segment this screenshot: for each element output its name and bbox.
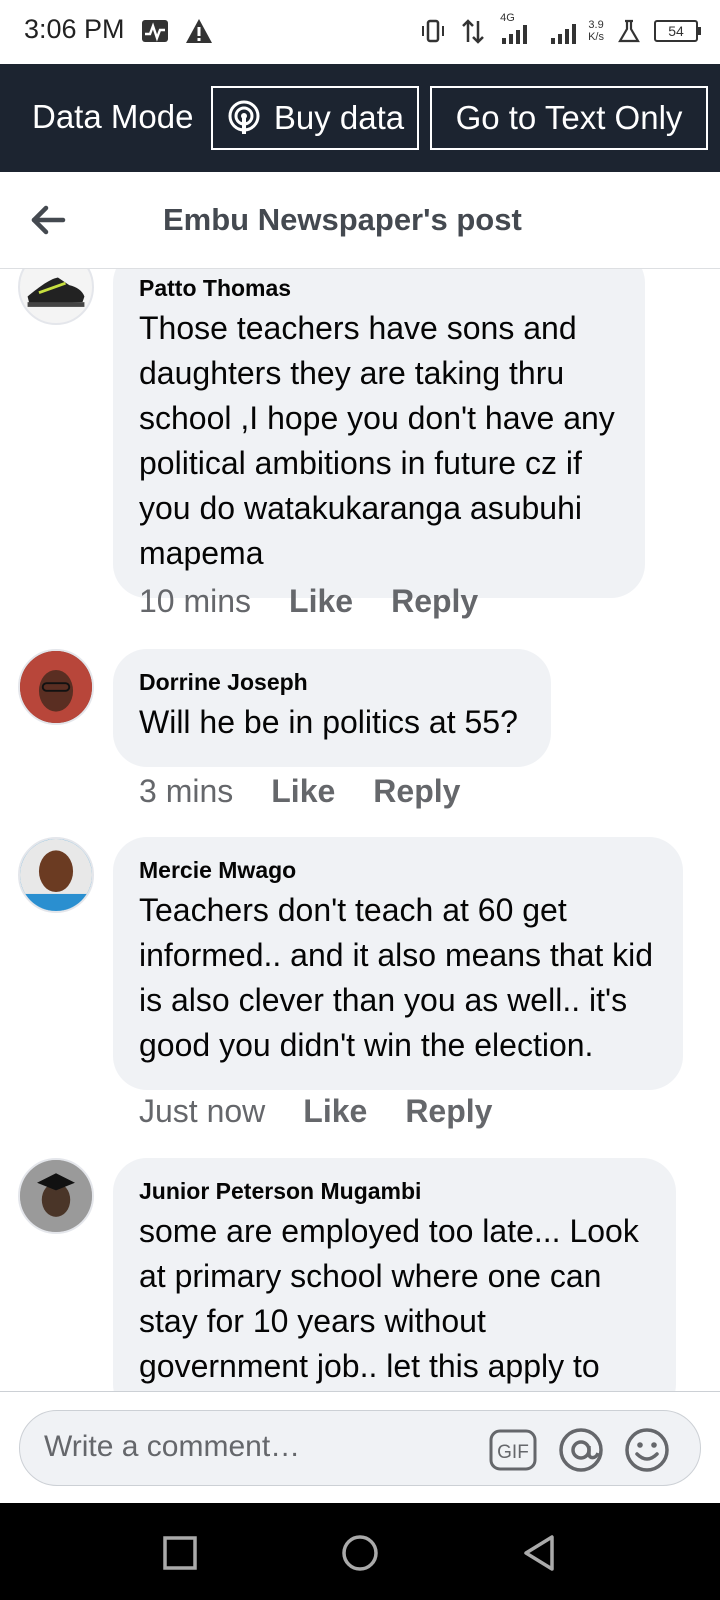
comment-text: some are employed too late... Look at pr… — [139, 1213, 639, 1384]
comment-time: Just now — [139, 1093, 266, 1129]
like-button[interactable]: Like — [303, 1093, 367, 1130]
status-left-icons — [140, 16, 214, 46]
comment-actions: 3 mins Like Reply — [139, 773, 460, 810]
reply-button[interactable]: Reply — [405, 1093, 492, 1130]
activity-icon — [142, 20, 168, 42]
warning-icon — [186, 19, 212, 43]
profile-photo-icon — [20, 839, 92, 911]
comments-list: Patto Thomas Those teachers have sons an… — [0, 269, 720, 1391]
reply-button[interactable]: Reply — [391, 583, 478, 620]
status-time: 3:06 PM — [24, 14, 125, 44]
battery-icon: 54 — [654, 20, 701, 42]
back-arrow-icon[interactable] — [28, 200, 68, 240]
avatar[interactable] — [18, 1158, 94, 1234]
comment-text: Teachers don't teach at 60 get informed.… — [139, 892, 654, 1063]
like-button[interactable]: Like — [271, 773, 335, 810]
comment-input[interactable] — [42, 1429, 466, 1465]
network-speed: 3.9 K/s — [588, 19, 604, 43]
comment-bubble: Dorrine Joseph Will he be in politics at… — [113, 649, 551, 767]
status-bar: 3:06 PM 4G 3.9 K/s 54 — [0, 0, 720, 64]
recents-icon[interactable] — [160, 1533, 200, 1573]
comment-time: 10 mins — [139, 583, 252, 619]
text-only-button[interactable]: Go to Text Only — [430, 86, 708, 150]
vibrate-icon — [422, 19, 445, 43]
broadcast-icon — [228, 100, 260, 134]
reply-button[interactable]: Reply — [373, 773, 460, 810]
data-mode-label: Data Mode — [32, 98, 194, 135]
comment-author[interactable]: Dorrine Joseph — [139, 669, 525, 696]
home-icon[interactable] — [340, 1533, 380, 1573]
buy-data-label: Buy data — [273, 99, 405, 136]
back-icon[interactable] — [520, 1533, 560, 1573]
comment-author[interactable]: Patto Thomas — [139, 275, 619, 302]
comment-actions: Just now Like Reply — [139, 1093, 492, 1130]
avatar[interactable] — [18, 269, 94, 325]
comment-bubble: Junior Peterson Mugambi some are employe… — [113, 1158, 676, 1391]
speed-unit: K/s — [588, 31, 604, 43]
composer-bar: GIF — [0, 1391, 720, 1504]
page-title: Embu Newspaper's post — [163, 202, 522, 237]
comment-actions: 10 mins Like Reply — [139, 583, 478, 620]
post-header: Embu Newspaper's post — [0, 172, 720, 269]
flask-icon — [618, 19, 640, 43]
status-right-icons: 4G 3.9 K/s 54 — [418, 12, 701, 46]
signal-icon — [551, 24, 577, 44]
comment-text: Will he be in politics at 55? — [139, 704, 518, 740]
profile-photo-icon — [20, 651, 92, 723]
comment-text: Those teachers have sons and daughters t… — [139, 310, 615, 571]
sneaker-icon — [27, 277, 85, 307]
graduate-photo-icon — [20, 1160, 92, 1232]
comment-bubble: Mercie Mwago Teachers don't teach at 60 … — [113, 837, 683, 1090]
avatar[interactable] — [18, 837, 94, 913]
system-nav-bar — [0, 1503, 720, 1600]
comment-time: 3 mins — [139, 773, 234, 809]
data-mode-bar: Data Mode Buy data Go to Text Only — [0, 64, 720, 172]
svg-text:GIF: GIF — [497, 1442, 529, 1463]
comment-author[interactable]: Junior Peterson Mugambi — [139, 1178, 650, 1205]
data-transfer-icon — [462, 19, 484, 44]
at-icon[interactable] — [556, 1425, 606, 1475]
smiley-icon[interactable] — [622, 1425, 672, 1475]
like-button[interactable]: Like — [289, 583, 353, 620]
buy-data-button[interactable]: Buy data — [211, 86, 419, 150]
gif-icon[interactable]: GIF — [488, 1425, 538, 1475]
signal-4g-icon: 4G — [498, 12, 538, 46]
comment-author[interactable]: Mercie Mwago — [139, 857, 657, 884]
comment-bubble: Patto Thomas Those teachers have sons an… — [113, 269, 645, 598]
speed-value: 3.9 — [588, 19, 604, 31]
avatar[interactable] — [18, 649, 94, 725]
comment-composer: GIF — [19, 1410, 701, 1486]
